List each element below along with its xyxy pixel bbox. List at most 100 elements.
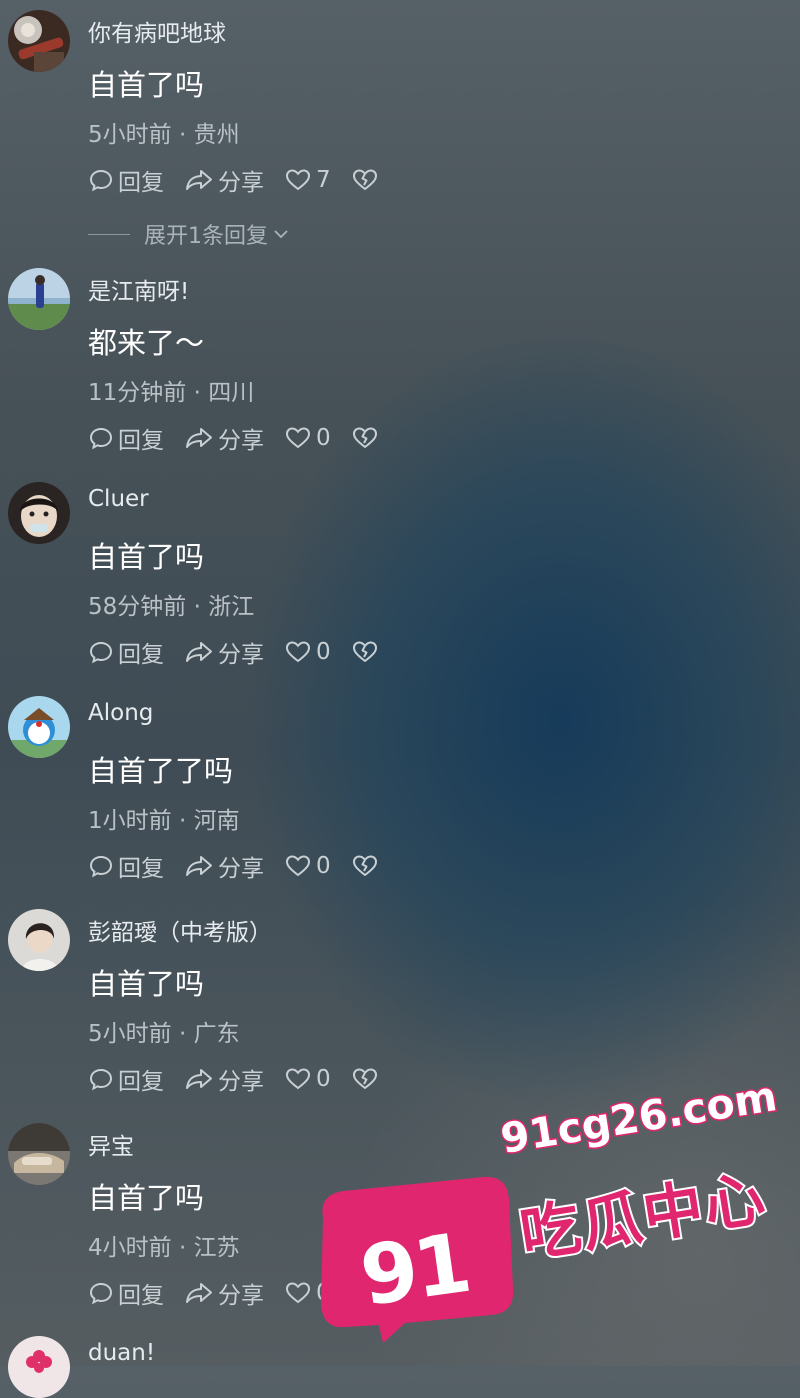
like-button[interactable]: 0 xyxy=(284,425,331,451)
share-button[interactable]: 分享 xyxy=(184,635,264,669)
comment-username[interactable]: Along xyxy=(88,700,153,726)
comment-text: 自首了吗 xyxy=(88,540,205,574)
divider-line xyxy=(88,233,130,235)
share-arrow-icon xyxy=(186,1069,212,1089)
heart-icon xyxy=(285,855,311,877)
like-count: 7 xyxy=(316,167,331,193)
comment-username[interactable]: 是江南呀! xyxy=(88,272,189,306)
like-button[interactable]: 0 xyxy=(284,639,331,665)
watermark-domain: 91cg26.com xyxy=(496,1071,782,1165)
reply-label: 回复 xyxy=(118,642,164,668)
comment-actions: 回复 分享 0 xyxy=(88,422,383,454)
share-button[interactable]: 分享 xyxy=(184,163,264,197)
comment-text: 都来了～ xyxy=(88,326,205,360)
like-count: 0 xyxy=(316,425,331,451)
comment-meta: 5小时前 · 贵州 xyxy=(88,122,240,148)
comment-actions: 回复 分享 0 xyxy=(88,850,383,882)
share-button[interactable]: 分享 xyxy=(184,1276,264,1310)
share-button[interactable]: 分享 xyxy=(184,1062,264,1096)
broken-heart-icon xyxy=(352,855,377,876)
share-arrow-icon xyxy=(186,856,212,876)
comment-actions: 回复 分享 0 xyxy=(88,636,383,668)
share-label: 分享 xyxy=(218,642,264,668)
comment-item: Cluer 自首了吗 58分钟前 · 浙江 回复 分享 0 xyxy=(0,472,800,672)
dislike-button[interactable] xyxy=(351,425,383,451)
share-arrow-icon xyxy=(186,428,212,448)
avatar[interactable] xyxy=(8,909,70,971)
broken-heart-icon xyxy=(352,427,377,448)
chevron-down-icon xyxy=(274,230,288,239)
like-count: 0 xyxy=(316,853,331,879)
avatar[interactable] xyxy=(8,1336,70,1398)
comment-text: 自首了了吗 xyxy=(88,754,234,788)
comment-bubble-icon xyxy=(89,1068,113,1091)
comment-bubble-icon xyxy=(89,855,113,878)
broken-heart-icon xyxy=(352,641,377,662)
share-arrow-icon xyxy=(186,1283,212,1303)
comment-username[interactable]: 彭韶璦（中考版） xyxy=(88,913,272,947)
comment-meta: 1小时前 · 河南 xyxy=(88,808,240,834)
share-label: 分享 xyxy=(218,170,264,196)
like-button[interactable]: 7 xyxy=(284,167,331,193)
reply-button[interactable]: 回复 xyxy=(88,163,164,197)
comment-username[interactable]: Cluer xyxy=(88,486,149,512)
comment-meta: 58分钟前 · 浙江 xyxy=(88,594,255,620)
share-button[interactable]: 分享 xyxy=(184,849,264,883)
comment-text: 自首了吗 xyxy=(88,68,205,102)
watermark-number: 91 xyxy=(354,1216,474,1325)
avatar[interactable] xyxy=(8,268,70,330)
heart-icon xyxy=(285,427,311,449)
dislike-button[interactable] xyxy=(351,853,383,879)
comment-bubble-icon xyxy=(89,641,113,664)
reply-label: 回复 xyxy=(118,856,164,882)
share-arrow-icon xyxy=(186,170,212,190)
reply-label: 回复 xyxy=(118,428,164,454)
comment-meta: 11分钟前 · 四川 xyxy=(88,380,255,406)
broken-heart-icon xyxy=(352,169,377,190)
reply-label: 回复 xyxy=(118,170,164,196)
reply-button[interactable]: 回复 xyxy=(88,1062,164,1096)
reply-button[interactable]: 回复 xyxy=(88,849,164,883)
comment-username[interactable]: duan! xyxy=(88,1340,155,1366)
comment-bubble-icon xyxy=(89,427,113,450)
avatar[interactable] xyxy=(8,1123,70,1185)
comment-item: Along 自首了了吗 1小时前 · 河南 回复 分享 0 xyxy=(0,686,800,886)
comment-meta: 5小时前 · 广东 xyxy=(88,1021,240,1047)
watermark-title: 吃瓜中心 xyxy=(514,1161,774,1273)
reply-label: 回复 xyxy=(118,1283,164,1309)
expand-replies-button[interactable]: 展开1条回复 xyxy=(88,218,290,250)
like-count: 0 xyxy=(316,639,331,665)
comment-text: 自首了吗 xyxy=(88,1181,205,1215)
reply-button[interactable]: 回复 xyxy=(88,1276,164,1310)
reply-button[interactable]: 回复 xyxy=(88,421,164,455)
watermark: 91 91cg26.com 吃瓜中心 xyxy=(305,1071,800,1366)
comment-item: 你有病吧地球 自首了吗 5小时前 · 贵州 回复 分享 7 展开1条回复 xyxy=(0,0,800,249)
comment-username[interactable]: 异宝 xyxy=(88,1127,134,1161)
reply-label: 回复 xyxy=(118,1069,164,1095)
avatar[interactable] xyxy=(8,696,70,758)
avatar[interactable] xyxy=(8,10,70,72)
comment-username[interactable]: 你有病吧地球 xyxy=(88,14,226,48)
comment-bubble-icon xyxy=(89,1282,113,1305)
expand-replies-label: 展开1条回复 xyxy=(144,224,268,249)
comment-text: 自首了吗 xyxy=(88,967,205,1001)
dislike-button[interactable] xyxy=(351,167,383,193)
comment-item: 彭韶璦（中考版） 自首了吗 5小时前 · 广东 回复 分享 0 xyxy=(0,899,800,1099)
watermark-badge: 91 xyxy=(313,1176,514,1345)
comment-item: 是江南呀! 都来了～ 11分钟前 · 四川 回复 分享 0 xyxy=(0,258,800,458)
avatar[interactable] xyxy=(8,482,70,544)
share-label: 分享 xyxy=(218,856,264,882)
share-label: 分享 xyxy=(218,1283,264,1309)
like-button[interactable]: 0 xyxy=(284,853,331,879)
comment-meta: 4小时前 · 江苏 xyxy=(88,1235,240,1261)
heart-icon xyxy=(285,641,311,663)
dislike-button[interactable] xyxy=(351,639,383,665)
comment-bubble-icon xyxy=(89,169,113,192)
reply-button[interactable]: 回复 xyxy=(88,635,164,669)
share-button[interactable]: 分享 xyxy=(184,421,264,455)
share-arrow-icon xyxy=(186,642,212,662)
heart-icon xyxy=(285,169,311,191)
comment-actions: 回复 分享 7 xyxy=(88,164,383,196)
share-label: 分享 xyxy=(218,428,264,454)
share-label: 分享 xyxy=(218,1069,264,1095)
